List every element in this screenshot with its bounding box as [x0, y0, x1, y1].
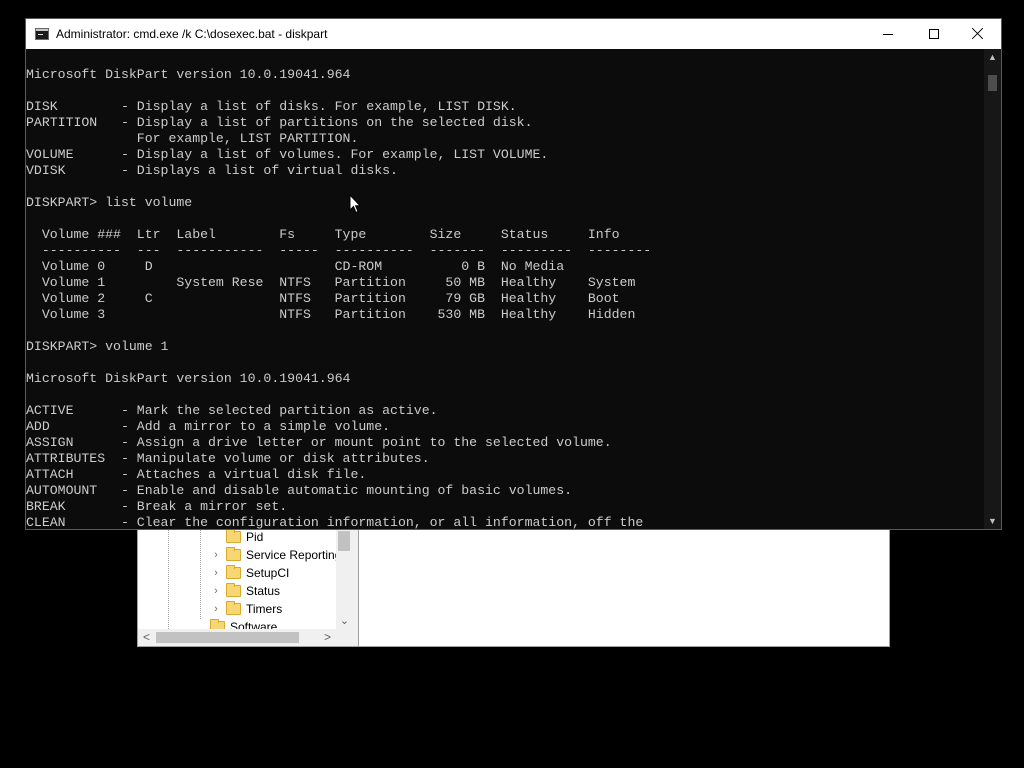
console-line: ATTACH - Attaches a virtual disk file. [26, 467, 367, 482]
console-line: Volume 0 D CD-ROM 0 B No Media [41, 259, 565, 274]
console-line: Volume 1 System Rese NTFS Partition 50 M… [41, 275, 636, 290]
tree-item-label: Software [230, 620, 278, 629]
cmd-window: Administrator: cmd.exe /k C:\dosexec.bat… [25, 18, 1002, 530]
console-line: Volume ### Ltr Label Fs Type Size Status… [41, 227, 620, 242]
console-line: DISKPART> volume 1 [26, 339, 169, 354]
minimize-button[interactable] [865, 19, 911, 49]
scroll-thumb[interactable] [988, 75, 997, 91]
registry-tree: Pid › Service Reporting › SetupCI › Stat… [138, 529, 336, 629]
scroll-thumb[interactable] [338, 531, 350, 551]
window-title: Administrator: cmd.exe /k C:\dosexec.bat… [56, 27, 328, 41]
console-line: Volume 2 C NTFS Partition 79 GB Healthy … [41, 291, 620, 306]
tree-item-label: SetupCI [246, 566, 290, 580]
scroll-up-arrow-icon[interactable]: ▲ [984, 49, 1001, 65]
console-line: ACTIVE - Mark the selected partition as … [26, 403, 438, 418]
minimize-icon [883, 34, 893, 35]
tree-item-label: Pid [246, 530, 264, 544]
console-vertical-scrollbar[interactable]: ▲ ▼ [984, 49, 1001, 529]
tree-item-label: Status [246, 584, 281, 598]
folder-icon [226, 529, 241, 543]
cmd-icon[interactable] [35, 28, 49, 40]
registry-tree-pane: Pid › Service Reporting › SetupCI › Stat… [138, 529, 353, 646]
console-output-text: Microsoft DiskPart version 10.0.19041.96… [26, 67, 651, 529]
console-line: ADD - Add a mirror to a simple volume. [26, 419, 391, 434]
console-line: BREAK - Break a mirror set. [26, 499, 288, 514]
console-line: VDISK - Displays a list of virtual disks… [26, 163, 398, 178]
console-line: For example, LIST PARTITION. [136, 131, 359, 146]
console-line: Microsoft DiskPart version 10.0.19041.96… [26, 371, 351, 386]
tree-guide-line [200, 529, 201, 619]
folder-icon [226, 601, 241, 615]
folder-icon [226, 565, 241, 579]
scroll-down-arrow-icon[interactable]: ▼ [984, 513, 1001, 529]
console-line: ASSIGN - Assign a drive letter or mount … [26, 435, 612, 450]
console-line: VOLUME - Display a list of volumes. For … [26, 147, 549, 162]
scroll-thumb[interactable] [156, 632, 299, 643]
maximize-icon [929, 29, 939, 39]
scroll-left-arrow-icon[interactable]: < [138, 629, 155, 646]
tree-item-label: Service Reporting [246, 548, 336, 562]
console-line: AUTOMOUNT - Enable and disable automatic… [26, 483, 573, 498]
tree-vertical-scrollbar[interactable]: ⌄ [336, 529, 353, 629]
folder-icon [226, 547, 241, 561]
mouse-pointer-icon [349, 194, 361, 214]
registry-editor-window: Pid › Service Reporting › SetupCI › Stat… [137, 528, 890, 647]
console-line: ---------- --- ----------- ----- -------… [41, 243, 652, 258]
console-line: DISKPART> list volume [26, 195, 193, 210]
console-output-area[interactable]: Microsoft DiskPart version 10.0.19041.96… [26, 49, 984, 529]
tree-horizontal-scrollbar[interactable]: < > [138, 629, 336, 646]
folder-icon [226, 583, 241, 597]
chevron-right-icon[interactable]: › [210, 582, 222, 600]
scrollbar-corner [336, 629, 353, 646]
maximize-button[interactable] [911, 19, 957, 49]
chevron-right-icon[interactable]: › [210, 564, 222, 582]
tree-item-label: Timers [246, 602, 283, 616]
console-line: PARTITION - Display a list of partitions… [26, 115, 533, 130]
tree-guide-line [168, 529, 169, 629]
chevron-right-icon[interactable]: › [210, 600, 222, 618]
scroll-down-arrow-icon[interactable]: ⌄ [336, 613, 353, 629]
scroll-right-arrow-icon[interactable]: > [319, 629, 336, 646]
chevron-right-icon[interactable]: › [210, 546, 222, 564]
title-bar[interactable]: Administrator: cmd.exe /k C:\dosexec.bat… [26, 19, 1001, 49]
console-line: ATTRIBUTES - Manipulate volume or disk a… [26, 451, 430, 466]
registry-values-pane[interactable] [358, 529, 889, 646]
console-line: DISK - Display a list of disks. For exam… [26, 99, 517, 114]
console-line: Volume 3 NTFS Partition 530 MB Healthy H… [41, 307, 636, 322]
console-line: CLEAN - Clear the configuration informat… [26, 515, 644, 529]
console-line: Microsoft DiskPart version 10.0.19041.96… [26, 67, 351, 82]
close-icon [972, 27, 984, 39]
close-button[interactable] [955, 19, 1001, 49]
folder-icon [210, 619, 225, 629]
